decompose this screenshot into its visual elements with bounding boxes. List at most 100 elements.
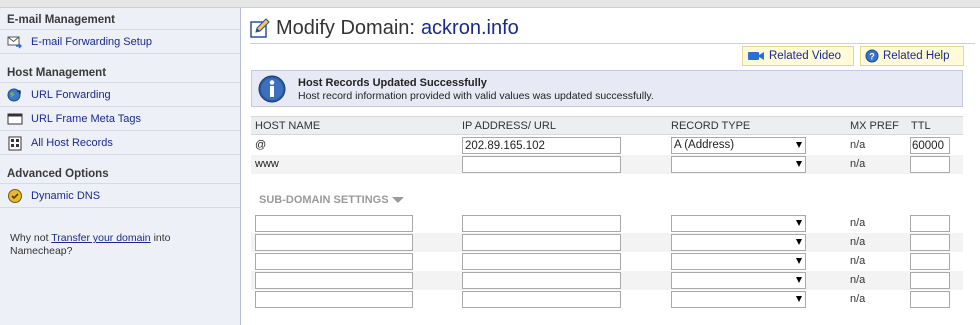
ttl-input[interactable] bbox=[910, 291, 950, 308]
sidebar-item-label: Dynamic DNS bbox=[31, 189, 101, 202]
ttl-input[interactable] bbox=[910, 156, 950, 173]
host-name-input[interactable] bbox=[255, 253, 413, 270]
related-video-button[interactable]: Related Video bbox=[742, 46, 854, 66]
info-icon bbox=[257, 74, 287, 104]
record-type-select[interactable]: A (Address) bbox=[671, 137, 806, 154]
ip-address-input[interactable] bbox=[462, 253, 621, 270]
related-video-label: Related Video bbox=[769, 50, 842, 62]
page-title: Modify Domain: ackron.info bbox=[250, 17, 519, 40]
main-content: Modify Domain: ackron.info Related Video… bbox=[243, 8, 980, 325]
svg-text:?: ? bbox=[869, 52, 875, 62]
related-help-button[interactable]: ? Related Help bbox=[860, 46, 964, 66]
ip-address-input[interactable] bbox=[462, 137, 621, 154]
host-name: @ bbox=[255, 139, 267, 151]
mx-pref-value: n/a bbox=[850, 217, 866, 229]
host-name-input[interactable] bbox=[255, 291, 413, 308]
record-type-select[interactable] bbox=[671, 234, 806, 251]
record-type-select[interactable] bbox=[671, 253, 806, 270]
sidebar-section-email: E-mail Management bbox=[0, 8, 240, 30]
ttl-input[interactable] bbox=[910, 137, 950, 154]
record-type-select[interactable] bbox=[671, 272, 806, 289]
sidebar-item-label: URL Frame Meta Tags bbox=[31, 112, 142, 125]
record-type-select[interactable] bbox=[671, 156, 806, 173]
host-name-input[interactable] bbox=[255, 272, 413, 289]
sidebar-item-label: All Host Records bbox=[31, 136, 113, 149]
host-records-icon bbox=[7, 135, 23, 151]
subdomain-row: n/a bbox=[251, 214, 963, 233]
ttl-input[interactable] bbox=[910, 253, 950, 270]
chevron-down-icon bbox=[796, 142, 802, 148]
ttl-input[interactable] bbox=[910, 234, 950, 251]
table-header: HOST NAME IP ADDRESS/ URL RECORD TYPE MX… bbox=[251, 116, 963, 135]
chevron-down-icon bbox=[796, 239, 802, 245]
chevron-down-icon bbox=[796, 296, 802, 302]
table-row: @ A (Address) n/a bbox=[251, 136, 963, 155]
subdomain-row: n/a bbox=[251, 290, 963, 309]
record-type-value: A (Address) bbox=[674, 139, 735, 151]
host-name-input[interactable] bbox=[255, 234, 413, 251]
sidebar-item-all-host-records[interactable]: All Host Records bbox=[0, 131, 240, 155]
table-row: www n/a bbox=[251, 155, 963, 174]
note-line2: Namecheap? bbox=[10, 245, 73, 257]
mx-pref-value: n/a bbox=[850, 158, 866, 170]
email-forward-icon bbox=[7, 34, 23, 50]
frame-icon bbox=[7, 111, 23, 127]
sidebar-item-dynamic-dns[interactable]: Dynamic DNS bbox=[0, 184, 240, 208]
success-notice: Host Records Updated Successfully Host r… bbox=[251, 70, 963, 107]
col-record-type: RECORD TYPE bbox=[671, 120, 751, 132]
edit-domain-icon bbox=[250, 18, 271, 39]
ip-address-input[interactable] bbox=[462, 215, 621, 232]
host-name: www bbox=[255, 158, 279, 170]
host-name-input[interactable] bbox=[255, 215, 413, 232]
sidebar-item-url-frame-meta[interactable]: URL Frame Meta Tags bbox=[0, 107, 240, 131]
subdomain-settings-label: SUB-DOMAIN SETTINGS bbox=[259, 194, 389, 206]
note-prefix: Why not bbox=[10, 232, 52, 244]
col-host-name: HOST NAME bbox=[255, 120, 321, 132]
help-icon: ? bbox=[865, 49, 879, 63]
record-type-select[interactable] bbox=[671, 291, 806, 308]
mx-pref-value: n/a bbox=[850, 139, 866, 151]
ttl-input[interactable] bbox=[910, 215, 950, 232]
col-ttl: TTL bbox=[911, 120, 931, 132]
note-suffix: into bbox=[150, 232, 171, 244]
mx-pref-value: n/a bbox=[850, 255, 866, 267]
chevron-down-icon bbox=[796, 277, 802, 283]
notice-title: Host Records Updated Successfully bbox=[298, 77, 487, 89]
globe-icon bbox=[7, 87, 23, 103]
mx-pref-value: n/a bbox=[850, 236, 866, 248]
ip-address-input[interactable] bbox=[462, 291, 621, 308]
sidebar-section-host: Host Management bbox=[0, 61, 240, 83]
mx-pref-value: n/a bbox=[850, 274, 866, 286]
chevron-down-icon bbox=[796, 220, 802, 226]
sidebar-item-label: URL Forwarding bbox=[31, 88, 111, 101]
ttl-input[interactable] bbox=[910, 272, 950, 289]
sidebar-item-label: E-mail Forwarding Setup bbox=[31, 35, 153, 48]
transfer-domain-link[interactable]: Transfer your domain bbox=[51, 232, 150, 244]
col-ip-address: IP ADDRESS/ URL bbox=[462, 120, 556, 132]
sidebar-section-advanced: Advanced Options bbox=[0, 162, 240, 184]
subdomain-row: n/a bbox=[251, 252, 963, 271]
transfer-note: Why not Transfer your domain into Namech… bbox=[0, 208, 240, 258]
title-domain: ackron.info bbox=[420, 17, 519, 39]
video-camera-icon bbox=[747, 50, 765, 62]
subdomain-row: n/a bbox=[251, 271, 963, 290]
col-mx-pref: MX PREF bbox=[850, 120, 899, 132]
title-divider bbox=[250, 43, 975, 44]
subdomain-row: n/a bbox=[251, 233, 963, 252]
ip-address-input[interactable] bbox=[462, 234, 621, 251]
subdomain-settings-toggle[interactable]: SUB-DOMAIN SETTINGS bbox=[259, 194, 404, 206]
title-label: Modify Domain: bbox=[276, 17, 415, 39]
chevron-down-icon bbox=[796, 258, 802, 264]
chevron-down-icon bbox=[796, 161, 802, 167]
record-type-select[interactable] bbox=[671, 215, 806, 232]
related-help-label: Related Help bbox=[883, 50, 950, 62]
ip-address-input[interactable] bbox=[462, 156, 621, 173]
sidebar: E-mail Management E-mail Forwarding Setu… bbox=[0, 8, 241, 325]
triangle-down-icon bbox=[391, 197, 404, 203]
notice-message: Host record information provided with va… bbox=[298, 90, 654, 102]
sidebar-item-url-forwarding[interactable]: URL Forwarding bbox=[0, 83, 240, 107]
ip-address-input[interactable] bbox=[462, 272, 621, 289]
sidebar-item-email-forwarding[interactable]: E-mail Forwarding Setup bbox=[0, 30, 240, 54]
dynamic-dns-icon bbox=[7, 188, 23, 204]
mx-pref-value: n/a bbox=[850, 293, 866, 305]
